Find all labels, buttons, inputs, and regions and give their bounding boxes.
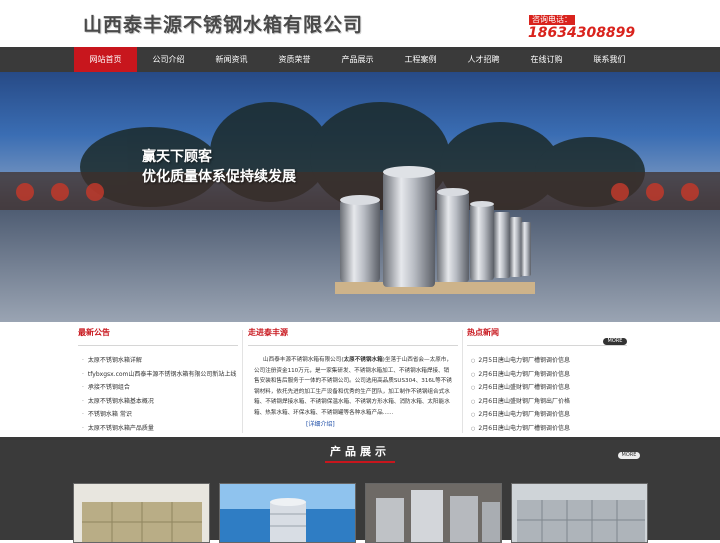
about-text-body: )坐落于山西省会—太原市，公司注册资金110万元，是一家集研发、不锈钢水箱加工、… bbox=[254, 357, 452, 416]
news-item[interactable]: 2月6日唐山盛财钢厂角钢出厂价格 bbox=[471, 395, 570, 409]
notices-divider bbox=[78, 345, 238, 346]
notice-item[interactable]: 太原不锈钢水箱详解 bbox=[82, 354, 236, 368]
about-text: 山西泰丰源不锈钢水箱有限公司(太原不锈钢水箱)坐落于山西省会—太原市，公司注册资… bbox=[254, 355, 454, 418]
notices-title: 最新公告 bbox=[78, 328, 110, 337]
product-thumb[interactable] bbox=[511, 483, 648, 543]
news-item[interactable]: 2月6日唐山盛财钢厂槽钢调价信息 bbox=[471, 381, 570, 395]
main-nav: 网站首页 公司介绍 新闻资讯 资质荣誉 产品展示 工程案例 人才招聘 在线订购 … bbox=[0, 47, 720, 72]
about-panel: 走进泰丰源 山西泰丰源不锈钢水箱有限公司(太原不锈钢水箱)坐落于山西省会—太原市… bbox=[248, 327, 458, 435]
news-item[interactable]: 2月6日唐山电力钢厂角钢调价信息 bbox=[471, 408, 570, 422]
hero-banner[interactable]: 赢天下顾客 优化质量体系促持续发展 bbox=[0, 72, 720, 322]
about-text-keyword[interactable]: 太原不锈钢水箱 bbox=[344, 357, 383, 363]
news-item[interactable]: 2月5日唐山电力钢厂槽钢调价信息 bbox=[471, 354, 570, 368]
hotline-number: 18634308899 bbox=[528, 25, 636, 41]
banner-slogan-line2: 优化质量体系促持续发展 bbox=[142, 169, 296, 185]
nav-item-products[interactable]: 产品展示 bbox=[326, 47, 389, 72]
product-image-square-tank bbox=[74, 484, 209, 542]
hotline-label: 咨询电话： bbox=[529, 15, 575, 25]
notice-item[interactable]: 太原不锈钢水箱产品质量 bbox=[82, 422, 236, 436]
nav-item-home[interactable]: 网站首页 bbox=[74, 47, 137, 72]
hot-news-panel: 热点新闻 MORE 2月5日唐山电力钢厂槽钢调价信息 2月6日唐山电力钢厂角钢调… bbox=[467, 327, 627, 435]
about-title: 走进泰丰源 bbox=[248, 328, 288, 337]
products-title: 产品展示 bbox=[330, 445, 390, 458]
product-image-panel-tank bbox=[512, 484, 647, 542]
hot-news-list: 2月5日唐山电力钢厂槽钢调价信息 2月6日唐山电力钢厂角钢调价信息 2月6日唐山… bbox=[471, 354, 570, 436]
banner-slogan: 赢天下顾客 优化质量体系促持续发展 bbox=[142, 147, 296, 187]
about-divider bbox=[248, 345, 458, 346]
news-item[interactable]: 2月6日唐山电力钢厂角钢调价信息 bbox=[471, 368, 570, 382]
company-logo-text[interactable]: 山西泰丰源不锈钢水箱有限公司 bbox=[83, 10, 363, 37]
hot-news-title: 热点新闻 bbox=[467, 328, 499, 337]
news-item[interactable]: 2月6日唐山电力钢厂槽钢调价信息 bbox=[471, 422, 570, 436]
nav-item-order[interactable]: 在线订购 bbox=[515, 47, 578, 72]
column-separator bbox=[242, 330, 243, 433]
notice-item[interactable]: 承接不锈钢组合 bbox=[82, 381, 236, 395]
product-thumb[interactable] bbox=[73, 483, 210, 543]
about-text-intro: 山西泰丰源不锈钢水箱有限公司( bbox=[263, 357, 344, 363]
products-more-button[interactable]: MORE bbox=[618, 452, 640, 459]
column-separator bbox=[462, 330, 463, 433]
banner-scene-image bbox=[0, 102, 720, 322]
banner-slogan-line1: 赢天下顾客 bbox=[142, 149, 212, 165]
products-section: 产品展示 MORE bbox=[0, 437, 720, 543]
site-header: 山西泰丰源不锈钢水箱有限公司 咨询电话： 18634308899 bbox=[0, 0, 720, 47]
product-thumb[interactable] bbox=[219, 483, 356, 543]
hot-news-more-button[interactable]: MORE bbox=[603, 338, 627, 345]
notice-item[interactable]: 不锈钢水箱 常识 bbox=[82, 408, 236, 422]
about-more-link[interactable]: [详细介绍] bbox=[306, 419, 335, 428]
nav-item-jobs[interactable]: 人才招聘 bbox=[452, 47, 515, 72]
nav-item-about[interactable]: 公司介绍 bbox=[137, 47, 200, 72]
notice-item[interactable]: tfybxgsx.com山西泰丰源不锈钢水箱有限公司新站上线 bbox=[82, 368, 236, 382]
nav-item-news[interactable]: 新闻资讯 bbox=[200, 47, 263, 72]
notices-panel: 最新公告 太原不锈钢水箱详解 tfybxgsx.com山西泰丰源不锈钢水箱有限公… bbox=[78, 327, 238, 435]
nav-item-cases[interactable]: 工程案例 bbox=[389, 47, 452, 72]
nav-item-contact[interactable]: 联系我们 bbox=[578, 47, 641, 72]
notices-list: 太原不锈钢水箱详解 tfybxgsx.com山西泰丰源不锈钢水箱有限公司新站上线… bbox=[82, 354, 236, 436]
product-image-round-tank bbox=[220, 484, 355, 542]
info-section: 最新公告 太原不锈钢水箱详解 tfybxgsx.com山西泰丰源不锈钢水箱有限公… bbox=[0, 322, 720, 437]
products-title-underline bbox=[325, 461, 395, 463]
notice-item[interactable]: 太原不锈钢水箱基本概况 bbox=[82, 395, 236, 409]
nav-item-honors[interactable]: 资质荣誉 bbox=[263, 47, 326, 72]
product-image-tank-cluster bbox=[366, 484, 501, 542]
hot-news-divider bbox=[467, 345, 627, 346]
product-thumb[interactable] bbox=[365, 483, 502, 543]
